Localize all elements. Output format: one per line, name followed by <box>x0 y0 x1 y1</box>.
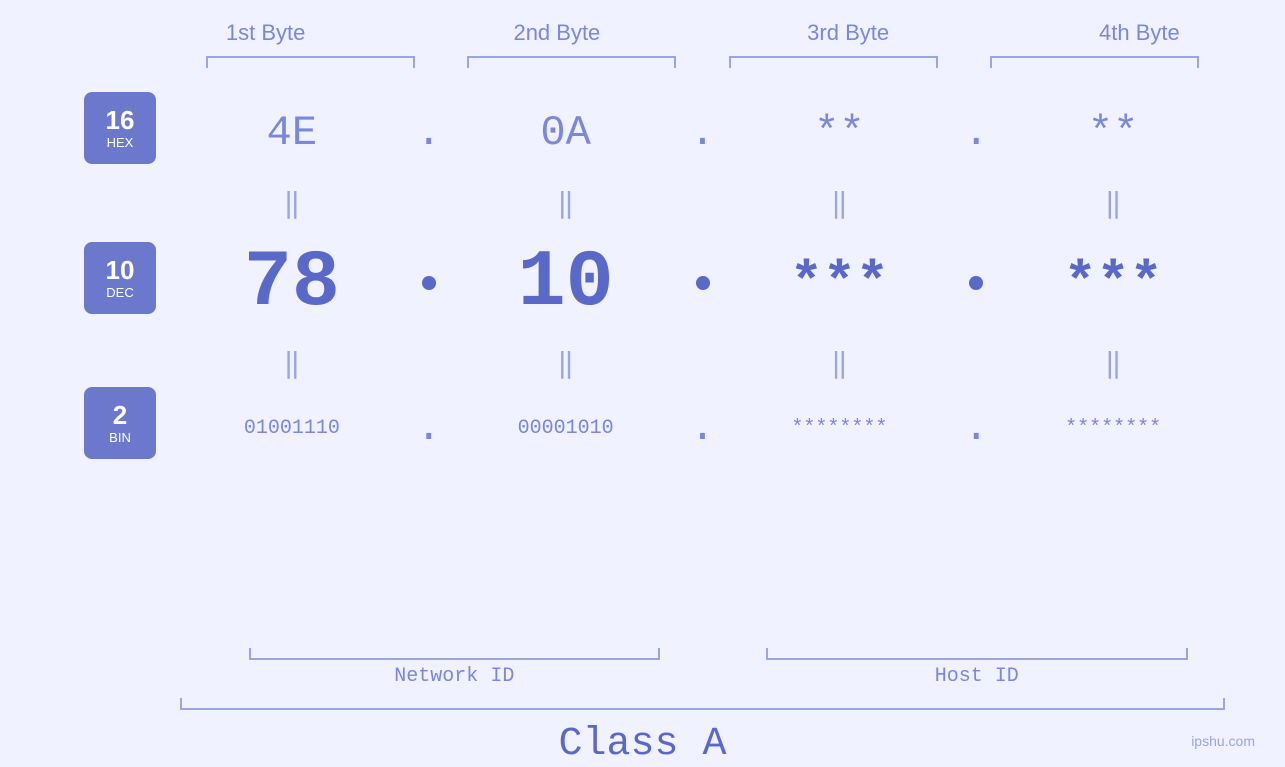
bracket-cell-4 <box>964 56 1225 68</box>
col4-eq2: ‖ <box>1105 338 1122 388</box>
dec-badge-num: 10 <box>106 256 135 285</box>
bracket-top-1 <box>206 56 415 68</box>
hex-badge-label: HEX <box>107 135 134 150</box>
bracket-cell-1 <box>180 56 441 68</box>
sep1-dec-dot <box>422 228 436 338</box>
col3-hex: ** <box>814 88 864 178</box>
sep3-dec-circle <box>969 276 983 290</box>
sep2-hex-dot: . <box>690 88 715 178</box>
top-bracket-row <box>180 56 1225 68</box>
sep-1: . . <box>404 88 454 648</box>
col3-bin: ******** <box>791 388 887 468</box>
dec-badge-row: 10 DEC <box>84 228 156 338</box>
full-bottom-bracket <box>180 698 1225 710</box>
network-bracket <box>249 648 660 660</box>
network-id-label: Network ID <box>180 665 729 688</box>
col2-hex: 0A <box>540 88 590 178</box>
col-2: 0A ‖ 10 ‖ 00001010 <box>454 88 678 648</box>
col1-eq2: ‖ <box>283 338 300 388</box>
col1-eq1: ‖ <box>283 178 300 228</box>
bin-badge: 2 BIN <box>84 387 156 459</box>
bracket-cell-2 <box>441 56 702 68</box>
content-area: 16 HEX 10 DEC 2 BIN <box>60 88 1225 648</box>
bracket-top-4 <box>990 56 1199 68</box>
col4-eq1: ‖ <box>1105 178 1122 228</box>
col2-eq1: ‖ <box>557 178 574 228</box>
dec-badge: 10 DEC <box>84 242 156 314</box>
network-bracket-cell <box>180 648 729 660</box>
col4-hex: ** <box>1088 88 1138 178</box>
data-columns: 4E ‖ 78 ‖ 01001110 . . 0A ‖ 10 <box>180 88 1225 648</box>
sep3-dec-dot <box>969 228 983 338</box>
dec-badge-label: DEC <box>106 285 133 300</box>
watermark: ipshu.com <box>1191 733 1255 749</box>
sep2-dec-dot <box>696 228 710 338</box>
bracket-top-2 <box>467 56 676 68</box>
col1-hex: 4E <box>267 88 317 178</box>
id-labels: Network ID Host ID <box>180 665 1225 688</box>
bracket-cell-3 <box>703 56 964 68</box>
sep1-hex-dot: . <box>416 88 441 178</box>
hex-badge: 16 HEX <box>84 92 156 164</box>
col-3: ** ‖ *** ‖ ******** <box>728 88 952 648</box>
byte-headers: 1st Byte 2nd Byte 3rd Byte 4th Byte <box>120 20 1285 46</box>
sep3-hex-dot: . <box>964 88 989 178</box>
col1-bin: 01001110 <box>244 388 340 468</box>
sep2-bin-dot: . <box>690 388 715 468</box>
bin-badge-row: 2 BIN <box>84 388 156 468</box>
col3-dec: *** <box>790 228 889 338</box>
byte-header-4: 4th Byte <box>994 20 1285 46</box>
class-label: Class A <box>60 722 1225 767</box>
sep-2: . . <box>678 88 728 648</box>
col2-bin: 00001010 <box>518 388 614 468</box>
badge-column: 16 HEX 10 DEC 2 BIN <box>60 88 180 648</box>
sep2-dec-circle <box>696 276 710 290</box>
host-bracket <box>766 648 1188 660</box>
col1-dec: 78 <box>244 228 340 338</box>
sep3-bin-dot: . <box>964 388 989 468</box>
byte-header-2: 2nd Byte <box>411 20 702 46</box>
sep1-dec-circle <box>422 276 436 290</box>
col-1: 4E ‖ 78 ‖ 01001110 <box>180 88 404 648</box>
bottom-bracket-row <box>180 648 1225 660</box>
hex-badge-num: 16 <box>106 106 135 135</box>
col4-bin: ******** <box>1065 388 1161 468</box>
col2-eq2: ‖ <box>557 338 574 388</box>
host-bracket-cell <box>729 648 1225 660</box>
col-4: ** ‖ *** ‖ ******** <box>1001 88 1225 648</box>
byte-header-1: 1st Byte <box>120 20 411 46</box>
host-id-label: Host ID <box>729 665 1225 688</box>
col2-dec: 10 <box>518 228 614 338</box>
main-container: 1st Byte 2nd Byte 3rd Byte 4th Byte 16 H… <box>0 0 1285 767</box>
bin-badge-num: 2 <box>113 401 127 430</box>
sep1-bin-dot: . <box>416 388 441 468</box>
col3-eq1: ‖ <box>831 178 848 228</box>
bin-badge-label: BIN <box>109 430 131 445</box>
col3-eq2: ‖ <box>831 338 848 388</box>
bracket-top-3 <box>729 56 938 68</box>
col4-dec: *** <box>1064 228 1163 338</box>
hex-badge-row: 16 HEX <box>84 88 156 178</box>
byte-header-3: 3rd Byte <box>703 20 994 46</box>
sep-3: . . <box>951 88 1001 648</box>
